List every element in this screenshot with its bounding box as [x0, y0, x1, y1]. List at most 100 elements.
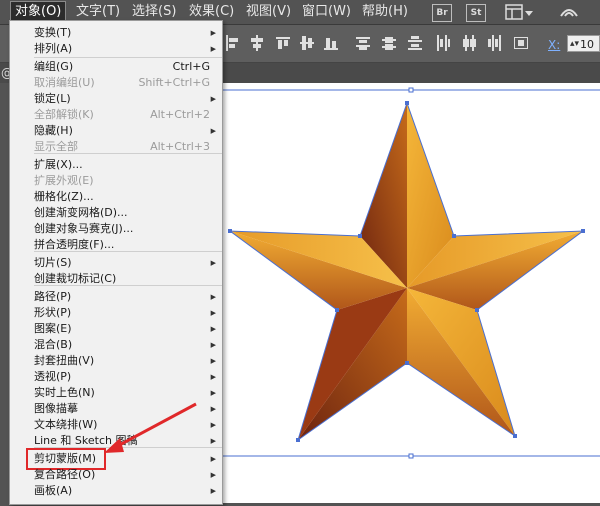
align-bottom-icon[interactable] [324, 35, 338, 51]
distribute-right-icon[interactable] [488, 35, 502, 51]
menu-item-label: 创建渐变网格(D)... [34, 206, 128, 219]
menu-item: 全部解锁(K) Alt+Ctrl+2 [10, 107, 222, 123]
menu-item: 取消编组(U) Shift+Ctrl+G [10, 75, 222, 91]
menu-item[interactable]: 复合路径(O) ▶ [10, 467, 222, 483]
bridge-badge[interactable]: Br [432, 4, 452, 22]
menu-item-label: 变换(T) [34, 26, 72, 39]
menu-item[interactable]: 扩展(X)... [10, 157, 222, 173]
menu-item-label: 栅格化(Z)... [34, 190, 94, 203]
menu-item-label: 隐藏(H) [34, 124, 73, 137]
menu-item-label: 创建对象马赛克(J)... [34, 222, 134, 235]
menu-item-label: 排列(A) [34, 42, 73, 55]
menu-item[interactable]: 编组(G) Ctrl+G [10, 59, 222, 75]
menu-item[interactable]: 封套扭曲(V) ▶ [10, 353, 222, 369]
submenu-arrow-icon: ▶ [210, 437, 216, 445]
menu-item[interactable]: 实时上色(N) ▶ [10, 385, 222, 401]
menu-item-label: 封套扭曲(V) [34, 354, 95, 367]
menu-item[interactable]: 画板(A) ▶ [10, 483, 222, 499]
menu-item-shortcut: Shift+Ctrl+G [138, 76, 210, 89]
menu-item-label: 混合(B) [34, 338, 73, 351]
menu-item-shortcut: Alt+Ctrl+2 [150, 108, 210, 121]
x-label[interactable]: X: [548, 38, 560, 52]
menu-item-label: Line 和 Sketch 图稿 [34, 434, 138, 447]
submenu-arrow-icon: ▶ [210, 455, 216, 463]
menu-item[interactable]: 排列(A) ▶ [10, 41, 222, 57]
menu-effect[interactable]: 效果(C) [185, 2, 238, 22]
align-center-v-icon[interactable] [300, 35, 314, 51]
submenu-arrow-icon: ▶ [210, 389, 216, 397]
menu-item[interactable]: 文本绕排(W) ▶ [10, 417, 222, 433]
menu-item-shortcut: Ctrl+G [172, 60, 210, 73]
menu-item-label: 显示全部 [34, 140, 78, 153]
menu-item[interactable]: 创建裁切标记(C) [10, 271, 222, 287]
menu-select[interactable]: 选择(S) [128, 2, 180, 22]
menu-item-label: 取消编组(U) [34, 76, 95, 89]
submenu-arrow-icon: ▶ [210, 487, 216, 495]
submenu-arrow-icon: ▶ [210, 293, 216, 301]
menu-item-label: 复合路径(O) [34, 468, 96, 481]
menu-item-label: 全部解锁(K) [34, 108, 94, 121]
submenu-arrow-icon: ▶ [210, 259, 216, 267]
menu-item[interactable]: 图像描摹 ▶ [10, 401, 222, 417]
menu-type[interactable]: 文字(T) [72, 2, 124, 22]
submenu-arrow-icon: ▶ [210, 373, 216, 381]
distribute-left-icon[interactable] [436, 35, 450, 51]
menu-item-label: 扩展(X)... [34, 158, 83, 171]
menu-item[interactable]: 变换(T) ▶ [10, 25, 222, 41]
menu-item[interactable]: 混合(B) ▶ [10, 337, 222, 353]
stepper-icon[interactable]: ▴▾ [570, 36, 579, 53]
sync-icon[interactable] [558, 4, 580, 23]
menu-item-label: 创建裁切标记(C) [34, 272, 117, 285]
align-to-icon[interactable] [514, 35, 528, 51]
submenu-arrow-icon: ▶ [210, 471, 216, 479]
menu-item[interactable]: 隐藏(H) ▶ [10, 123, 222, 139]
star-artwork[interactable] [222, 83, 600, 503]
menu-item[interactable]: 锁定(L) ▶ [10, 91, 222, 107]
menu-item-label: 编组(G) [34, 60, 74, 73]
layout-icon[interactable] [505, 4, 523, 23]
submenu-arrow-icon: ▶ [210, 29, 216, 37]
menu-item[interactable]: 图案(E) ▶ [10, 321, 222, 337]
menu-item-label: 透视(P) [34, 370, 72, 383]
submenu-arrow-icon: ▶ [210, 341, 216, 349]
menu-item-label: 画板(A) [34, 484, 73, 497]
submenu-arrow-icon: ▶ [210, 95, 216, 103]
menu-item[interactable]: 切片(S) ▶ [10, 255, 222, 271]
menu-separator [34, 57, 222, 58]
object-menu-dropdown: 变换(T) ▶ 排列(A) ▶ 编组(G) Ctrl+G 取消编组(U) Shift+Ctrl… [9, 20, 223, 505]
align-left-icon[interactable] [226, 35, 240, 51]
distribute-top-icon[interactable] [356, 35, 370, 51]
submenu-arrow-icon: ▶ [210, 45, 216, 53]
distribute-bottom-icon[interactable] [408, 35, 422, 51]
menu-help[interactable]: 帮助(H) [358, 2, 412, 22]
menu-item: 扩展外观(E) [10, 173, 222, 189]
menu-item[interactable]: 创建渐变网格(D)... [10, 205, 222, 221]
menu-item-label: 形状(P) [34, 306, 72, 319]
align-center-h-icon[interactable] [250, 35, 264, 51]
menu-item[interactable]: Line 和 Sketch 图稿 ▶ [10, 433, 222, 449]
stock-badge[interactable]: St [466, 4, 486, 22]
menu-item-label: 扩展外观(E) [34, 174, 94, 187]
menu-item[interactable]: 创建对象马赛克(J)... [10, 221, 222, 237]
submenu-arrow-icon: ▶ [210, 325, 216, 333]
align-top-icon[interactable] [276, 35, 290, 51]
menu-window[interactable]: 窗口(W) [298, 2, 355, 22]
menu-item[interactable]: 路径(P) ▶ [10, 289, 222, 305]
menu-item[interactable]: 透视(P) ▶ [10, 369, 222, 385]
menu-item[interactable]: 拼合透明度(F)... [10, 237, 222, 253]
submenu-arrow-icon: ▶ [210, 405, 216, 413]
chevron-down-icon[interactable] [525, 6, 533, 20]
menu-view[interactable]: 视图(V) [242, 2, 295, 22]
menu-item-label: 拼合透明度(F)... [34, 238, 115, 251]
menu-item[interactable]: 栅格化(Z)... [10, 189, 222, 205]
artboard[interactable] [222, 83, 600, 503]
submenu-arrow-icon: ▶ [210, 421, 216, 429]
menu-item-label: 锁定(L) [34, 92, 71, 105]
x-field[interactable]: ▴▾ 10 [567, 35, 600, 52]
distribute-hcenter-icon[interactable] [462, 35, 476, 51]
menu-item-label: 文本绕排(W) [34, 418, 98, 431]
menu-item[interactable]: 形状(P) ▶ [10, 305, 222, 321]
menu-item-label: 图像描摹 [34, 402, 78, 415]
distribute-center-icon[interactable] [382, 35, 396, 51]
menu-item-label: 路径(P) [34, 290, 72, 303]
